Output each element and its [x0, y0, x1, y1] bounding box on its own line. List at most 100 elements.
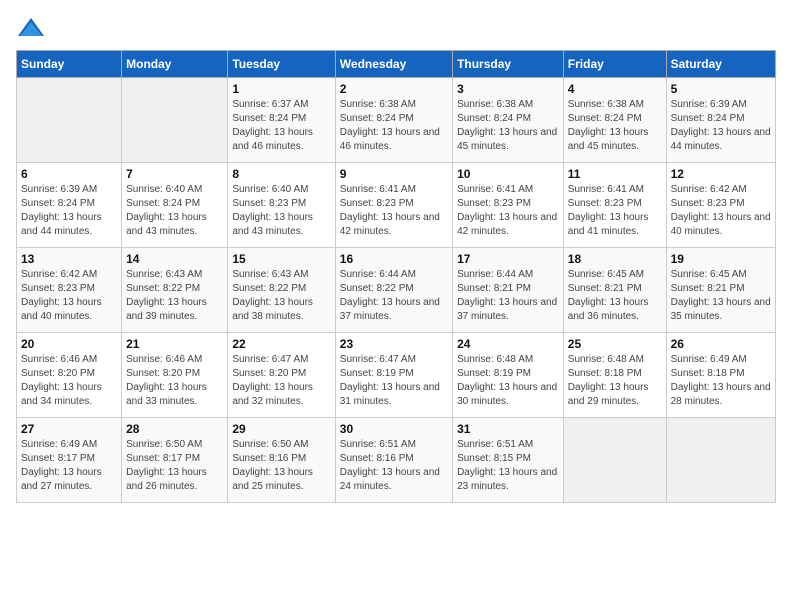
calendar-cell: 29 Sunrise: 6:50 AM Sunset: 8:16 PM Dayli… [228, 418, 335, 503]
day-info: Sunrise: 6:43 AM Sunset: 8:22 PM Dayligh… [232, 268, 330, 324]
day-info: Sunrise: 6:38 AM Sunset: 8:24 PM Dayligh… [457, 98, 559, 154]
day-info: Sunrise: 6:51 AM Sunset: 8:16 PM Dayligh… [340, 438, 448, 494]
day-info: Sunrise: 6:51 AM Sunset: 8:15 PM Dayligh… [457, 438, 559, 494]
calendar-cell: 14 Sunrise: 6:43 AM Sunset: 8:22 PM Dayli… [122, 248, 228, 333]
day-number: 8 [232, 167, 330, 181]
day-info: Sunrise: 6:47 AM Sunset: 8:19 PM Dayligh… [340, 353, 448, 409]
day-number: 27 [21, 422, 117, 436]
calendar-week-row: 1 Sunrise: 6:37 AM Sunset: 8:24 PM Daylig… [17, 78, 776, 163]
weekday-header: Monday [122, 51, 228, 78]
day-number: 30 [340, 422, 448, 436]
weekday-header: Sunday [17, 51, 122, 78]
day-info: Sunrise: 6:45 AM Sunset: 8:21 PM Dayligh… [568, 268, 662, 324]
calendar-cell: 8 Sunrise: 6:40 AM Sunset: 8:23 PM Daylig… [228, 163, 335, 248]
calendar-cell [666, 418, 775, 503]
calendar-cell: 18 Sunrise: 6:45 AM Sunset: 8:21 PM Dayli… [563, 248, 666, 333]
weekday-header-row: SundayMondayTuesdayWednesdayThursdayFrid… [17, 51, 776, 78]
day-info: Sunrise: 6:44 AM Sunset: 8:21 PM Dayligh… [457, 268, 559, 324]
day-number: 2 [340, 82, 448, 96]
day-number: 15 [232, 252, 330, 266]
calendar-cell: 3 Sunrise: 6:38 AM Sunset: 8:24 PM Daylig… [453, 78, 564, 163]
day-number: 28 [126, 422, 223, 436]
day-info: Sunrise: 6:40 AM Sunset: 8:23 PM Dayligh… [232, 183, 330, 239]
day-number: 16 [340, 252, 448, 266]
day-number: 13 [21, 252, 117, 266]
day-number: 31 [457, 422, 559, 436]
calendar-cell: 23 Sunrise: 6:47 AM Sunset: 8:19 PM Dayli… [335, 333, 452, 418]
calendar-cell: 10Sunrise: 6:41 AM Sunset: 8:23 PM Dayli… [453, 163, 564, 248]
calendar-week-row: 20 Sunrise: 6:46 AM Sunset: 8:20 PM Dayli… [17, 333, 776, 418]
calendar-cell: 16 Sunrise: 6:44 AM Sunset: 8:22 PM Dayli… [335, 248, 452, 333]
calendar-cell: 25Sunrise: 6:48 AM Sunset: 8:18 PM Dayli… [563, 333, 666, 418]
day-info: Sunrise: 6:41 AM Sunset: 8:23 PM Dayligh… [568, 183, 662, 239]
day-info: Sunrise: 6:48 AM Sunset: 8:18 PM Dayligh… [568, 353, 662, 409]
day-number: 7 [126, 167, 223, 181]
calendar-cell: 21Sunrise: 6:46 AM Sunset: 8:20 PM Dayli… [122, 333, 228, 418]
day-info: Sunrise: 6:39 AM Sunset: 8:24 PM Dayligh… [671, 98, 771, 154]
day-number: 12 [671, 167, 771, 181]
calendar-week-row: 27 Sunrise: 6:49 AM Sunset: 8:17 PM Dayli… [17, 418, 776, 503]
day-number: 26 [671, 337, 771, 351]
day-number: 22 [232, 337, 330, 351]
day-number: 6 [21, 167, 117, 181]
logo [16, 16, 50, 40]
day-info: Sunrise: 6:38 AM Sunset: 8:24 PM Dayligh… [568, 98, 662, 154]
day-info: Sunrise: 6:44 AM Sunset: 8:22 PM Dayligh… [340, 268, 448, 324]
calendar-cell: 7 Sunrise: 6:40 AM Sunset: 8:24 PM Daylig… [122, 163, 228, 248]
day-number: 10 [457, 167, 559, 181]
day-number: 17 [457, 252, 559, 266]
day-info: Sunrise: 6:42 AM Sunset: 8:23 PM Dayligh… [21, 268, 117, 324]
day-info: Sunrise: 6:38 AM Sunset: 8:24 PM Dayligh… [340, 98, 448, 154]
day-info: Sunrise: 6:49 AM Sunset: 8:17 PM Dayligh… [21, 438, 117, 494]
day-info: Sunrise: 6:37 AM Sunset: 8:24 PM Dayligh… [232, 98, 330, 154]
calendar-cell: 5 Sunrise: 6:39 AM Sunset: 8:24 PM Daylig… [666, 78, 775, 163]
calendar-cell: 20 Sunrise: 6:46 AM Sunset: 8:20 PM Dayli… [17, 333, 122, 418]
calendar-cell [122, 78, 228, 163]
calendar-cell: 12 Sunrise: 6:42 AM Sunset: 8:23 PM Dayli… [666, 163, 775, 248]
calendar-cell: 27 Sunrise: 6:49 AM Sunset: 8:17 PM Dayli… [17, 418, 122, 503]
weekday-header: Saturday [666, 51, 775, 78]
day-number: 3 [457, 82, 559, 96]
logo-icon [16, 16, 46, 40]
calendar-cell: 19 Sunrise: 6:45 AM Sunset: 8:21 PM Dayli… [666, 248, 775, 333]
weekday-header: Friday [563, 51, 666, 78]
calendar-cell: 11 Sunrise: 6:41 AM Sunset: 8:23 PM Dayli… [563, 163, 666, 248]
day-info: Sunrise: 6:46 AM Sunset: 8:20 PM Dayligh… [126, 353, 223, 409]
day-number: 1 [232, 82, 330, 96]
day-info: Sunrise: 6:39 AM Sunset: 8:24 PM Dayligh… [21, 183, 117, 239]
day-info: Sunrise: 6:43 AM Sunset: 8:22 PM Dayligh… [126, 268, 223, 324]
weekday-header: Wednesday [335, 51, 452, 78]
day-info: Sunrise: 6:42 AM Sunset: 8:23 PM Dayligh… [671, 183, 771, 239]
calendar-cell [563, 418, 666, 503]
calendar-cell: 2 Sunrise: 6:38 AM Sunset: 8:24 PM Daylig… [335, 78, 452, 163]
calendar-cell: 28Sunrise: 6:50 AM Sunset: 8:17 PM Dayli… [122, 418, 228, 503]
day-number: 14 [126, 252, 223, 266]
day-info: Sunrise: 6:50 AM Sunset: 8:16 PM Dayligh… [232, 438, 330, 494]
calendar-cell: 30 Sunrise: 6:51 AM Sunset: 8:16 PM Dayli… [335, 418, 452, 503]
calendar-week-row: 13 Sunrise: 6:42 AM Sunset: 8:23 PM Dayli… [17, 248, 776, 333]
day-number: 9 [340, 167, 448, 181]
day-info: Sunrise: 6:41 AM Sunset: 8:23 PM Dayligh… [340, 183, 448, 239]
day-info: Sunrise: 6:40 AM Sunset: 8:24 PM Dayligh… [126, 183, 223, 239]
calendar-cell: 9 Sunrise: 6:41 AM Sunset: 8:23 PM Daylig… [335, 163, 452, 248]
day-info: Sunrise: 6:48 AM Sunset: 8:19 PM Dayligh… [457, 353, 559, 409]
day-number: 4 [568, 82, 662, 96]
day-number: 19 [671, 252, 771, 266]
day-number: 18 [568, 252, 662, 266]
weekday-header: Tuesday [228, 51, 335, 78]
day-number: 23 [340, 337, 448, 351]
day-info: Sunrise: 6:49 AM Sunset: 8:18 PM Dayligh… [671, 353, 771, 409]
calendar-table: SundayMondayTuesdayWednesdayThursdayFrid… [16, 50, 776, 503]
weekday-header: Thursday [453, 51, 564, 78]
calendar-cell: 13 Sunrise: 6:42 AM Sunset: 8:23 PM Dayli… [17, 248, 122, 333]
day-info: Sunrise: 6:46 AM Sunset: 8:20 PM Dayligh… [21, 353, 117, 409]
day-info: Sunrise: 6:45 AM Sunset: 8:21 PM Dayligh… [671, 268, 771, 324]
calendar-cell [17, 78, 122, 163]
day-number: 29 [232, 422, 330, 436]
calendar-cell: 15 Sunrise: 6:43 AM Sunset: 8:22 PM Dayli… [228, 248, 335, 333]
day-number: 11 [568, 167, 662, 181]
calendar-cell: 26 Sunrise: 6:49 AM Sunset: 8:18 PM Dayli… [666, 333, 775, 418]
calendar-cell: 6 Sunrise: 6:39 AM Sunset: 8:24 PM Daylig… [17, 163, 122, 248]
day-number: 5 [671, 82, 771, 96]
day-number: 20 [21, 337, 117, 351]
